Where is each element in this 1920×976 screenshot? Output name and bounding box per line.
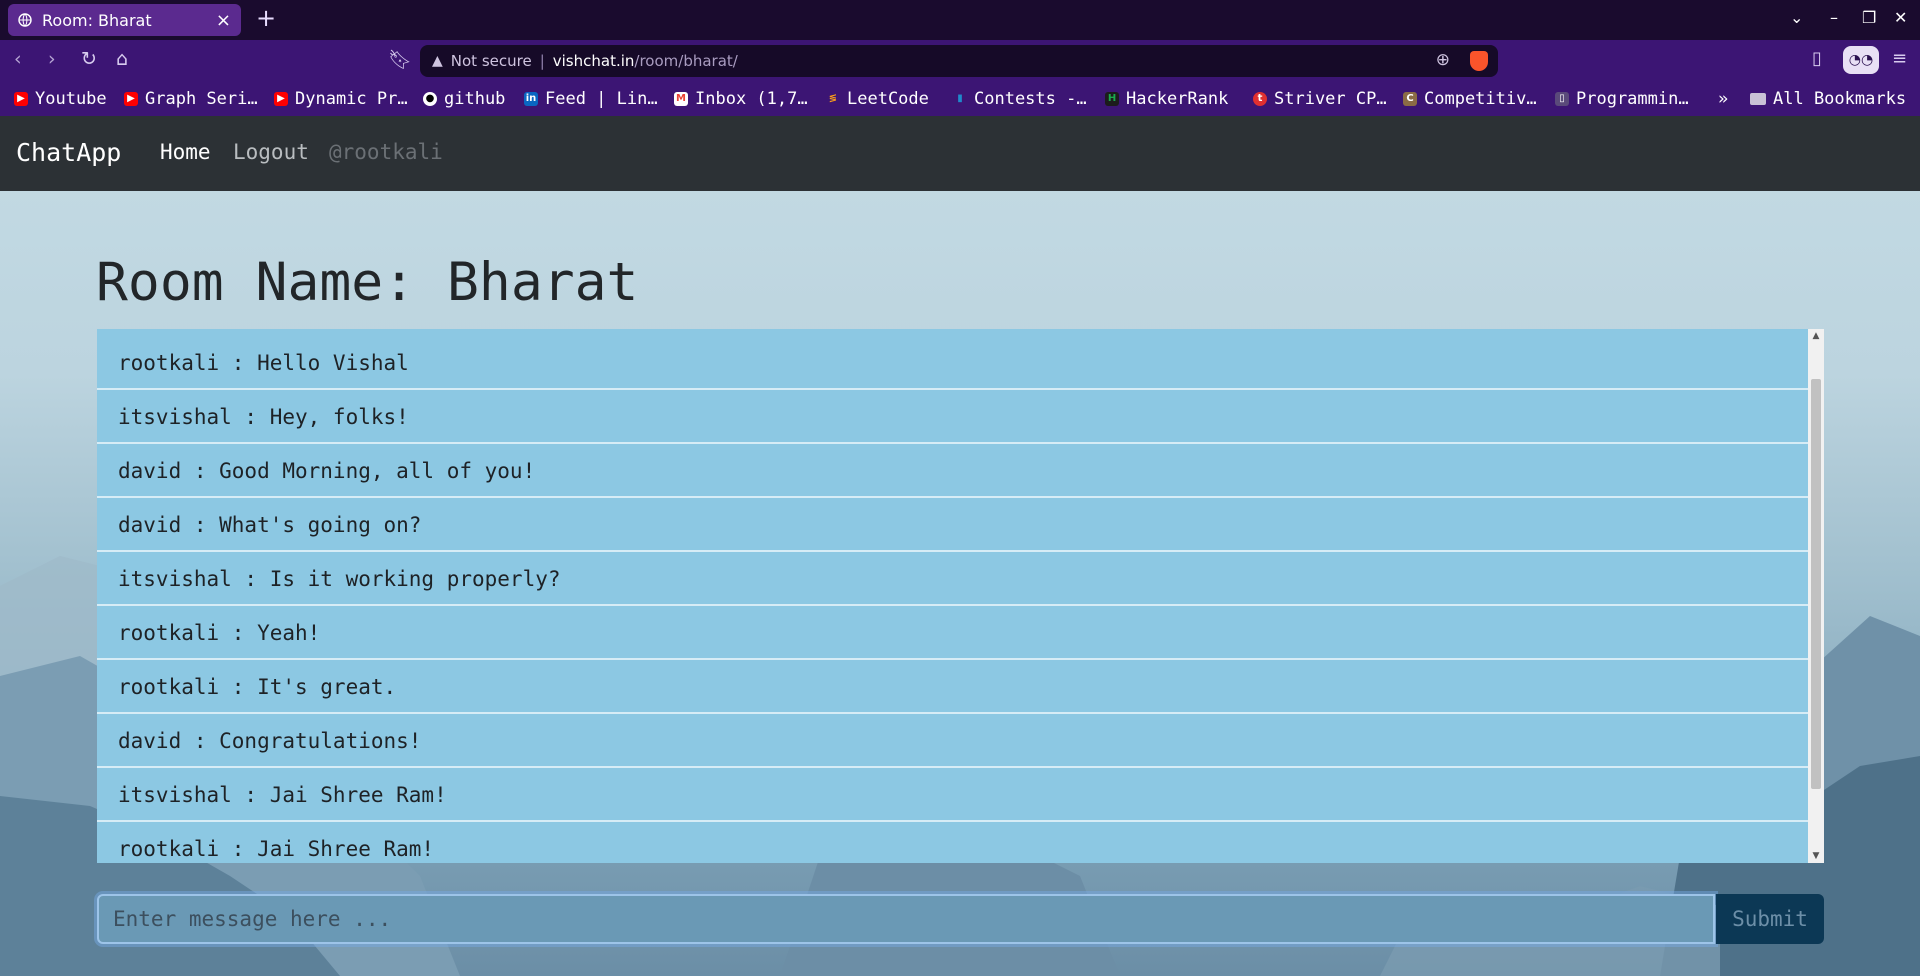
reload-icon[interactable]: ↻ xyxy=(81,48,97,70)
gmail-icon: M xyxy=(674,92,688,106)
bookmark-item[interactable]: in Feed | Lin… xyxy=(524,82,658,116)
youtube-icon: ▶ xyxy=(124,92,138,106)
browser-tab[interactable]: Room: Bharat × xyxy=(8,4,241,36)
bookmark-label: Competitiv… xyxy=(1424,89,1537,109)
address-bar[interactable]: ▲ Not secure | vishchat.in /room/bharat/… xyxy=(420,45,1498,77)
sidebar-icon[interactable]: ▯ xyxy=(1812,48,1822,69)
url-divider: | xyxy=(539,52,545,70)
bookmarks-overflow-button[interactable]: » xyxy=(1718,82,1728,116)
forward-icon[interactable]: › xyxy=(48,48,56,70)
bookmark-label: Dynamic Pr… xyxy=(295,89,408,109)
message-input[interactable] xyxy=(97,894,1715,944)
message-row: rootkali : It's great. xyxy=(97,661,1808,714)
brand-logo[interactable]: ChatApp xyxy=(16,138,121,167)
bookmark-item[interactable]: ▶ Graph Seri… xyxy=(124,82,258,116)
new-tab-button[interactable]: + xyxy=(256,4,276,32)
bookmark-label: Graph Seri… xyxy=(145,89,258,109)
message-row: itsvishal : Is it working properly? xyxy=(97,553,1808,606)
message-row: itsvishal : Hey, folks! xyxy=(97,391,1808,444)
bookmark-item[interactable]: ▮ Contests -… xyxy=(953,82,1087,116)
youtube-icon: ▶ xyxy=(14,92,28,106)
bookmark-item[interactable]: ≶ LeetCode xyxy=(826,82,929,116)
brave-shield-icon[interactable] xyxy=(1470,51,1488,71)
message-row: david : Congratulations! xyxy=(97,715,1808,768)
linkedin-icon: in xyxy=(524,92,538,106)
message-row: david : Good Morning, all of you! xyxy=(97,445,1808,498)
page-viewport: ChatApp Home Logout @rootkali Room Name:… xyxy=(0,116,1920,976)
warning-icon: ▲ xyxy=(432,53,443,69)
bookmark-label: Youtube xyxy=(35,89,107,109)
folder-icon xyxy=(1750,93,1766,105)
url-path: /room/bharat/ xyxy=(634,52,738,70)
app-navbar: ChatApp Home Logout @rootkali xyxy=(0,116,1920,191)
submit-button[interactable]: Submit xyxy=(1716,894,1824,944)
bookmark-label: Contests -… xyxy=(974,89,1087,109)
bookmark-label: Programmin… xyxy=(1576,89,1689,109)
message-row: david : What's going on? xyxy=(97,499,1808,552)
tab-bar: Room: Bharat × + ⌄ – ❐ ✕ xyxy=(0,0,1920,40)
message-row: rootkali : Hello Vishal xyxy=(97,337,1808,390)
bookmark-item[interactable]: t Striver CP… xyxy=(1253,82,1387,116)
bookmark-item[interactable]: ▯ Programmin… xyxy=(1555,82,1689,116)
message-row: rootkali : Jai Shree Ram! xyxy=(97,823,1808,863)
chat-scrollbar[interactable]: ▲ ▼ xyxy=(1808,329,1824,863)
bookmark-label: Striver CP… xyxy=(1274,89,1387,109)
bookmark-item[interactable]: ▶ Dynamic Pr… xyxy=(274,82,408,116)
page-icon: ▯ xyxy=(1555,92,1569,106)
youtube-icon: ▶ xyxy=(274,92,288,106)
leetcode-icon: ≶ xyxy=(828,93,838,104)
bookmark-item[interactable]: H HackerRank xyxy=(1105,82,1228,116)
all-bookmarks-folder[interactable]: All Bookmarks xyxy=(1750,82,1906,116)
menu-icon[interactable]: ≡ xyxy=(1892,48,1907,69)
nav-username: @rootkali xyxy=(329,140,443,164)
github-icon: ● xyxy=(423,92,437,106)
all-bookmarks-label: All Bookmarks xyxy=(1773,89,1907,109)
tab-search-chevron-icon[interactable]: ⌄ xyxy=(1790,8,1803,27)
bookmarks-bar: ▶ Youtube ▶ Graph Seri… ▶ Dynamic Pr… ● … xyxy=(0,82,1920,116)
browser-toolbar: ‹ › ↻ ⌂ 🔖︎ ▲ Not secure | vishchat.in /r… xyxy=(0,40,1920,82)
tab-title: Room: Bharat xyxy=(42,10,152,30)
bookmark-item[interactable]: C Competitiv… xyxy=(1403,82,1537,116)
codechef-icon: C xyxy=(1403,92,1417,106)
globe-icon xyxy=(18,13,32,27)
restore-icon[interactable]: ❐ xyxy=(1862,8,1876,27)
bookmark-label: github xyxy=(444,89,506,109)
bookmark-label: Feed | Lin… xyxy=(545,89,658,109)
bookmark-label: LeetCode xyxy=(847,89,929,109)
zoom-icon[interactable]: ⊕ xyxy=(1436,50,1450,70)
bookmark-icon[interactable]: 🔖︎ xyxy=(388,48,412,71)
nav-home-link[interactable]: Home xyxy=(160,140,211,164)
bookmark-label: HackerRank xyxy=(1126,89,1229,109)
room-title: Room Name: Bharat xyxy=(96,252,639,313)
chat-log[interactable]: rootkali : Hello Vishal itsvishal : Hey,… xyxy=(97,329,1824,863)
url-host: vishchat.in xyxy=(552,52,635,70)
back-icon[interactable]: ‹ xyxy=(14,48,22,70)
hackerrank-icon: H xyxy=(1105,92,1119,106)
codeforces-icon: ▮ xyxy=(957,93,963,104)
minimize-icon[interactable]: – xyxy=(1830,8,1838,27)
scroll-up-arrow-icon[interactable]: ▲ xyxy=(1808,329,1824,343)
scroll-thumb[interactable] xyxy=(1811,379,1821,789)
message-row: itsvishal : Jai Shree Ram! xyxy=(97,769,1808,822)
home-icon[interactable]: ⌂ xyxy=(116,48,128,70)
scroll-down-arrow-icon[interactable]: ▼ xyxy=(1808,849,1824,863)
reader-mode-icon[interactable]: ◔◔ xyxy=(1843,46,1879,74)
message-row: rootkali : Yeah! xyxy=(97,607,1808,660)
bookmark-item[interactable]: ● github xyxy=(423,82,505,116)
security-label: Not secure xyxy=(450,52,532,70)
bookmark-label: Inbox (1,7… xyxy=(695,89,808,109)
close-window-icon[interactable]: ✕ xyxy=(1894,8,1907,27)
bookmark-item[interactable]: ▶ Youtube xyxy=(14,82,107,116)
bookmark-item[interactable]: M Inbox (1,7… xyxy=(674,82,808,116)
tab-close-icon[interactable]: × xyxy=(216,10,231,31)
nav-logout-link[interactable]: Logout xyxy=(233,140,309,164)
tuf-icon: t xyxy=(1253,92,1267,106)
